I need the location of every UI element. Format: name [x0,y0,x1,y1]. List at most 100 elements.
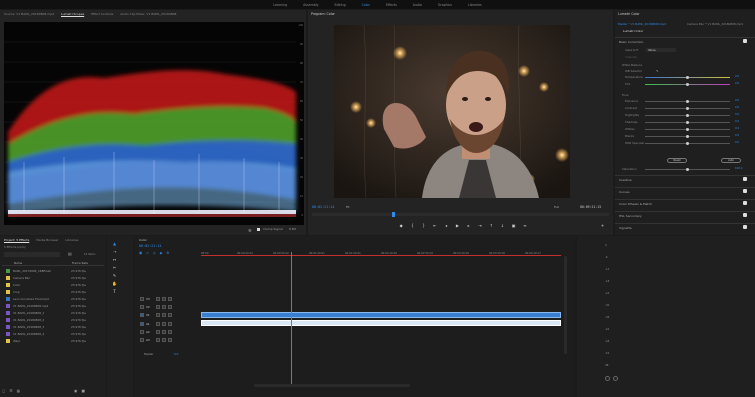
param-slider[interactable] [645,142,730,145]
lock-icon[interactable]: □ [2,389,5,395]
lock-toggle[interactable] [156,322,160,326]
project-item[interactable]: Color 23.976 fps [2,281,104,288]
param-knob[interactable] [686,107,689,110]
section-checkbox[interactable] [743,225,747,229]
track-select-icon[interactable]: ⇢ [111,248,118,255]
new-item-icon[interactable]: ▣ [74,389,77,395]
scopes-tab[interactable]: Source: V1 BAML_20180808.mp4 [4,12,54,16]
param-knob[interactable] [686,100,689,103]
scopes-tab[interactable]: Effect Controls [91,12,113,16]
solo-right-button[interactable] [613,376,618,381]
bit-depth-select[interactable]: 8 Bit [289,227,296,231]
clamp-signal-checkbox[interactable] [257,228,260,231]
param-value[interactable]: 0.0 [735,75,739,78]
settings-icon[interactable]: ⚙ [166,251,169,255]
project-tab[interactable]: Project: 5 Effects [4,238,29,242]
linked-selection-icon[interactable]: ◎ [153,251,156,255]
mark-in-icon[interactable]: { [409,222,415,229]
section-checkbox[interactable] [743,177,747,181]
timeline-timecode[interactable]: 00:02:21:14 [139,244,161,248]
lock-toggle[interactable] [156,330,160,334]
project-tab[interactable]: Media Browser [36,238,58,242]
workspace-tab-learning[interactable]: Learning [270,3,290,7]
add-marker-icon[interactable]: ◆ [160,251,163,255]
param-value[interactable]: 0.0 [735,120,739,123]
lumetri-section-vignette[interactable]: Vignette [615,223,755,232]
lumetri-section-color-wheels-match[interactable]: Color Wheels & Match [615,199,755,208]
section-checkbox[interactable] [743,189,747,193]
timeline-playhead[interactable] [291,252,292,387]
lock-toggle[interactable] [156,305,160,309]
param-knob[interactable] [686,121,689,124]
lumetri-panel-title[interactable]: Lumetri Color [618,12,640,16]
section-checkbox[interactable] [743,201,747,205]
param-knob[interactable] [686,135,689,138]
param-value[interactable]: 0.0 [735,134,739,137]
lock-toggle[interactable] [156,338,160,342]
workspace-tab-libraries[interactable]: Libraries [465,3,485,7]
param-value[interactable]: 0.0 [735,141,739,144]
video-clip[interactable] [201,312,561,318]
nest-icon[interactable]: ▣ [139,251,142,255]
param-slider[interactable] [645,128,730,131]
source-patch-toggle[interactable] [140,322,144,326]
visibility-toggle[interactable] [168,305,172,309]
param-knob[interactable] [686,128,689,131]
mute-toggle[interactable] [168,338,172,342]
visibility-toggle[interactable] [168,313,172,317]
visibility-toggle[interactable] [168,297,172,301]
hand-tool-icon[interactable]: ✋ [111,280,118,287]
sync-toggle[interactable] [162,330,166,334]
sequence-tab[interactable]: Color [139,238,147,242]
step-back-icon[interactable]: ◂ [443,222,449,229]
project-search-input[interactable] [4,252,60,257]
program-timecode[interactable]: 00:02:21:14 [312,205,334,209]
saturation-value[interactable]: 100.0 [735,167,742,170]
param-value[interactable]: 0.0 [735,99,739,102]
param-slider[interactable] [645,121,730,124]
lumetri-section-creative[interactable]: Creative [615,175,755,184]
param-slider[interactable] [645,135,730,138]
saturation-knob[interactable] [686,168,689,171]
param-slider[interactable] [645,100,730,103]
razor-tool-icon[interactable]: ✂ [111,264,118,271]
clip-source[interactable]: Master * V1 BAML_20180808.mp4 [618,22,666,26]
new-bin-icon[interactable]: ▤ [68,251,72,256]
project-item[interactable]: Lens Curvature Final.mp4 23.976 fps [2,295,104,302]
mute-toggle[interactable] [168,322,172,326]
timeline-scrollbar[interactable] [254,384,410,387]
mark-out-icon[interactable]: } [421,222,427,229]
project-item[interactable]: V1 BAML_20180808_2 23.976 fps [2,316,104,323]
project-item[interactable]: Camera Blur 23.976 fps [2,274,104,281]
section-checkbox[interactable] [743,213,747,217]
program-scrubber[interactable] [312,212,609,217]
auto-button[interactable]: Auto [721,158,741,163]
wrench-icon[interactable]: ⚒ [248,228,252,233]
source-patch-toggle[interactable] [140,313,144,317]
scopes-tab[interactable]: Lumetri Scopes [61,12,84,16]
project-item[interactable]: Warp 23.976 fps [2,337,104,344]
compare-icon[interactable]: ≡ [522,222,528,229]
clip-target[interactable]: Camera Blur * V1 BAML_20180808.mp4 [687,22,743,26]
marker-icon[interactable]: ◆ [398,222,404,229]
extract-icon[interactable]: ↓ [499,222,505,229]
pen-tool-icon[interactable]: ✎ [111,272,118,279]
reset-button[interactable]: Reset [667,158,687,163]
param-value[interactable]: 0.0 [735,106,739,109]
param-value[interactable]: 0.0 [735,82,739,85]
project-item[interactable]: Crop 23.976 fps [2,288,104,295]
trash-icon[interactable]: ■ [81,389,84,395]
sync-toggle[interactable] [162,305,166,309]
sync-toggle[interactable] [162,313,166,317]
basic-correction-checkbox[interactable] [743,39,747,43]
export-frame-icon[interactable]: ▣ [511,222,517,229]
source-patch-toggle[interactable] [140,305,144,309]
go-to-in-icon[interactable]: ⇤ [432,222,438,229]
input-lut-select[interactable]: None [646,48,676,52]
type-tool-icon[interactable]: T [111,288,118,295]
lock-toggle[interactable] [156,297,160,301]
project-item[interactable]: V1 BAML_20180808_3 23.976 fps [2,323,104,330]
source-patch-toggle[interactable] [140,330,144,334]
lock-toggle[interactable] [156,313,160,317]
lumetri-section-curves[interactable]: Curves [615,187,755,196]
